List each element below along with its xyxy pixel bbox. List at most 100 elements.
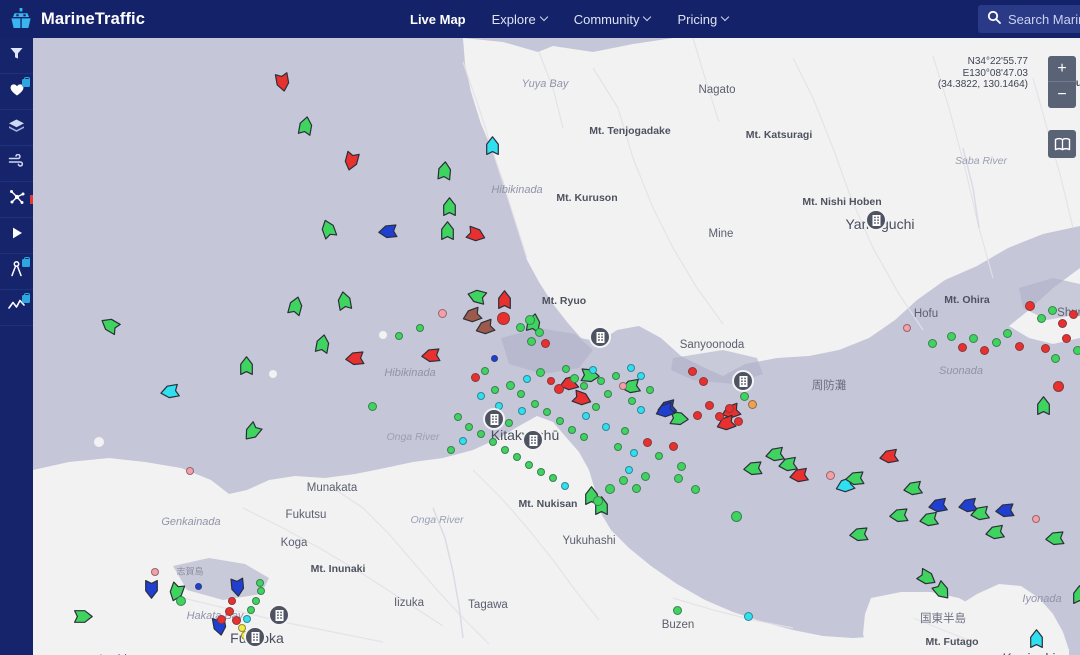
vessel-marker[interactable]: [518, 407, 526, 415]
vessel-marker[interactable]: [888, 507, 910, 524]
port-marker[interactable]: [268, 604, 290, 626]
vessel-marker[interactable]: [243, 615, 251, 623]
vessel-marker[interactable]: [690, 484, 700, 494]
vessel-marker[interactable]: [440, 220, 455, 242]
vessel-marker[interactable]: [957, 342, 967, 352]
vessel-marker[interactable]: [526, 336, 536, 346]
vessel-marker[interactable]: [991, 337, 1001, 347]
vessel-marker[interactable]: [787, 466, 810, 484]
vessel-marker[interactable]: [491, 386, 499, 394]
sidebar-routes[interactable]: [0, 182, 33, 218]
zoom-out-button[interactable]: −: [1048, 82, 1076, 108]
vessel-marker[interactable]: [628, 397, 636, 405]
vessel-marker[interactable]: [946, 331, 956, 341]
vessel-marker[interactable]: [477, 430, 485, 438]
vessel-marker[interactable]: [614, 443, 622, 451]
vessel-marker[interactable]: [742, 460, 764, 477]
zoom-in-button[interactable]: +: [1048, 56, 1076, 82]
vessel-marker[interactable]: [637, 372, 645, 380]
vessel-marker[interactable]: [844, 470, 866, 487]
port-marker[interactable]: [244, 626, 266, 648]
vessel-marker[interactable]: [825, 470, 835, 480]
vessel-marker[interactable]: [465, 423, 473, 431]
vessel-marker[interactable]: [194, 582, 202, 590]
port-marker[interactable]: [865, 209, 887, 231]
vessel-marker[interactable]: [534, 327, 544, 337]
vessel-marker[interactable]: [743, 611, 753, 621]
vessel-marker[interactable]: [496, 311, 510, 325]
vessel-marker[interactable]: [687, 366, 697, 376]
vessel-marker[interactable]: [229, 575, 246, 597]
vessel-marker[interactable]: [655, 452, 663, 460]
vessel-marker[interactable]: [1032, 515, 1040, 523]
vessel-marker[interactable]: [537, 468, 545, 476]
vessel-marker[interactable]: [525, 461, 533, 469]
vessel-marker[interactable]: [676, 461, 686, 471]
vessel-marker[interactable]: [668, 441, 678, 451]
vessel-marker[interactable]: [1025, 301, 1035, 311]
vessel-marker[interactable]: [554, 384, 564, 394]
vessel-marker[interactable]: [459, 437, 467, 445]
vessel-marker[interactable]: [714, 411, 724, 421]
vessel-marker[interactable]: [621, 427, 629, 435]
vessel-marker[interactable]: [256, 579, 264, 587]
vessel-marker[interactable]: [747, 399, 757, 409]
vessel-marker[interactable]: [582, 412, 590, 420]
vessel-marker[interactable]: [1050, 353, 1060, 363]
vessel-marker[interactable]: [344, 350, 366, 367]
vessel-marker[interactable]: [252, 597, 260, 605]
vessel-marker[interactable]: [490, 354, 498, 362]
vessel-marker[interactable]: [151, 568, 159, 576]
port-marker[interactable]: [522, 429, 544, 451]
vessel-marker[interactable]: [561, 482, 569, 490]
vessel-marker[interactable]: [568, 426, 576, 434]
vessel-marker[interactable]: [481, 367, 489, 375]
vessel-marker[interactable]: [926, 496, 949, 514]
vessel-marker[interactable]: [257, 587, 265, 595]
vessel-marker[interactable]: [704, 400, 714, 410]
vessel-marker[interactable]: [593, 496, 603, 506]
vessel-marker[interactable]: [619, 382, 627, 390]
vessel-marker[interactable]: [979, 345, 989, 355]
vessel-marker[interactable]: [523, 375, 531, 383]
vessel-marker[interactable]: [739, 391, 749, 401]
vessel-marker[interactable]: [1002, 328, 1012, 338]
vessel-marker[interactable]: [630, 449, 638, 457]
nav-community[interactable]: Community: [574, 12, 652, 27]
vessel-marker[interactable]: [224, 606, 234, 616]
vessel-marker[interactable]: [72, 609, 93, 624]
vessel-marker[interactable]: [313, 332, 331, 355]
vessel-marker[interactable]: [1047, 305, 1057, 315]
vessel-marker[interactable]: [1052, 380, 1064, 392]
vessel-marker[interactable]: [515, 322, 525, 332]
live-map[interactable]: Yuya Bay Nagato Mt. Tenjogadake Mt. Katsura…: [33, 38, 1080, 655]
vessel-marker[interactable]: [1040, 343, 1050, 353]
vessel-marker[interactable]: [501, 446, 509, 454]
vessel-marker[interactable]: [377, 223, 399, 240]
vessel-marker[interactable]: [968, 504, 991, 522]
vessel-marker[interactable]: [673, 473, 683, 483]
vessel-marker[interactable]: [637, 406, 645, 414]
logo[interactable]: MarineTraffic: [0, 6, 260, 32]
vessel-marker[interactable]: [589, 366, 597, 374]
vessel-marker[interactable]: [901, 479, 924, 497]
vessel-marker[interactable]: [525, 315, 535, 325]
vessel-marker[interactable]: [640, 471, 650, 481]
vessel-marker[interactable]: [698, 376, 708, 386]
vessel-marker[interactable]: [420, 347, 442, 364]
vessel-marker[interactable]: [543, 408, 551, 416]
vessel-marker[interactable]: [927, 338, 937, 348]
vessel-marker[interactable]: [562, 365, 570, 373]
vessel-marker[interactable]: [646, 386, 654, 394]
vessel-marker[interactable]: [631, 483, 641, 493]
vessel-marker[interactable]: [968, 333, 978, 343]
sidebar-favorites[interactable]: [0, 74, 33, 110]
nav-pricing[interactable]: Pricing: [677, 12, 729, 27]
vessel-marker[interactable]: [540, 338, 550, 348]
basemap-button[interactable]: [1048, 130, 1076, 158]
vessel-marker[interactable]: [176, 596, 186, 606]
vessel-marker[interactable]: [724, 403, 734, 413]
vessel-marker[interactable]: [580, 433, 588, 441]
vessel-marker[interactable]: [642, 437, 652, 447]
port-marker[interactable]: [589, 326, 611, 348]
